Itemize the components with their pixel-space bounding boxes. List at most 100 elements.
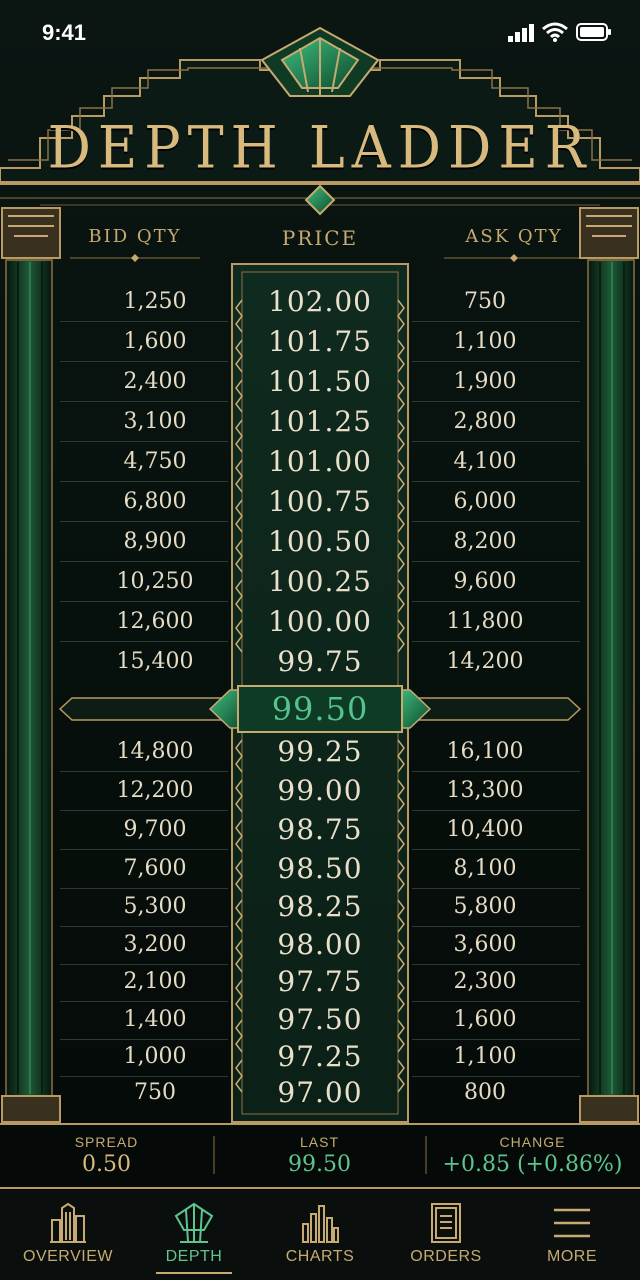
ladder-row[interactable]: 1,600 101.75 1,100 — [60, 322, 580, 362]
ask-qty: 1,100 — [453, 1044, 517, 1069]
bid-qty: 12,200 — [116, 778, 194, 803]
ladder-row[interactable]: 8,900 100.50 8,200 — [60, 522, 580, 562]
ladder-row[interactable]: 14,800 99.25 16,100 — [60, 732, 580, 772]
stat-spread-value: 0.50 — [82, 1152, 131, 1177]
price-level[interactable]: 101.75 — [250, 322, 390, 362]
price-level[interactable]: 98.50 — [250, 849, 390, 889]
ladder-row[interactable]: 1,000 97.25 1,100 — [60, 1037, 580, 1077]
tab-overview[interactable]: OVERVIEW — [4, 1190, 132, 1280]
ladder-row[interactable]: 3,100 101.25 2,800 — [60, 402, 580, 442]
ladder-row[interactable]: 10,250 100.25 9,600 — [60, 562, 580, 602]
bid-qty: 14,800 — [116, 739, 194, 764]
price-level[interactable]: 99.75 — [250, 642, 390, 682]
price-level[interactable]: 101.50 — [250, 362, 390, 402]
market-stats: SPREAD 0.50 LAST 99.50 CHANGE +0.85 (+0.… — [0, 1126, 640, 1190]
ladder-row[interactable]: 12,600 100.00 11,800 — [60, 602, 580, 642]
bid-qty: 1,400 — [123, 1007, 187, 1032]
price-level[interactable]: 97.25 — [250, 1037, 390, 1077]
mid-price-band[interactable]: 99.50 — [60, 686, 580, 732]
price-level[interactable]: 101.25 — [250, 402, 390, 442]
stat-last: LAST 99.50 — [213, 1126, 426, 1190]
bid-qty: 3,200 — [123, 932, 187, 957]
bottom-tab-bar: OVERVIEW DEPTH CHARTS ORDERS MORE — [0, 1190, 640, 1280]
price-level[interactable]: 97.75 — [250, 962, 390, 1002]
price-level[interactable]: 98.75 — [250, 810, 390, 850]
stat-spread-label: SPREAD — [74, 1134, 139, 1150]
bid-qty: 12,600 — [116, 609, 194, 634]
ask-qty: 10,400 — [446, 817, 524, 842]
ladder-row[interactable]: 7,600 98.50 8,100 — [60, 849, 580, 889]
ladder-row[interactable]: 1,250 102.00 750 — [60, 282, 580, 322]
bid-qty: 1,600 — [123, 329, 187, 354]
price-level[interactable]: 99.25 — [250, 732, 390, 772]
buildings-icon — [50, 1202, 86, 1243]
ladder-row[interactable]: 5,300 98.25 5,800 — [60, 887, 580, 927]
price-level[interactable]: 98.00 — [250, 925, 390, 965]
ask-qty: 1,600 — [453, 1007, 517, 1032]
tab-label: MORE — [547, 1248, 597, 1265]
bid-qty: 8,900 — [123, 529, 187, 554]
tab-depth[interactable]: DEPTH — [130, 1190, 258, 1280]
price-level[interactable]: 97.50 — [250, 1000, 390, 1040]
active-tab-indicator — [156, 1272, 232, 1274]
bid-qty: 15,400 — [116, 649, 194, 674]
tab-label: CHARTS — [285, 1248, 355, 1265]
ask-qty: 3,600 — [453, 932, 517, 957]
ask-qty: 5,800 — [453, 894, 517, 919]
ask-qty: 6,000 — [453, 489, 517, 514]
ladder-row[interactable]: 750 97.00 800 — [60, 1073, 580, 1113]
bid-qty: 4,750 — [123, 449, 187, 474]
tab-more[interactable]: MORE — [508, 1190, 636, 1280]
bid-qty: 6,800 — [123, 489, 187, 514]
bid-qty: 2,400 — [123, 369, 187, 394]
ladder-row[interactable]: 9,700 98.75 10,400 — [60, 810, 580, 850]
ask-qty: 16,100 — [446, 739, 524, 764]
price-level[interactable]: 100.50 — [250, 522, 390, 562]
ask-qty: 4,100 — [453, 449, 517, 474]
ask-qty: 8,200 — [453, 529, 517, 554]
bid-qty: 3,100 — [123, 409, 187, 434]
document-icon — [431, 1203, 461, 1243]
price-level[interactable]: 100.25 — [250, 562, 390, 602]
tab-label: OVERVIEW — [23, 1248, 113, 1265]
ask-qty: 1,900 — [453, 369, 517, 394]
ladder-row[interactable]: 2,100 97.75 2,300 — [60, 962, 580, 1002]
header: DEPTH LADDER — [0, 0, 640, 210]
ladder-row[interactable]: 15,400 99.75 14,200 — [60, 642, 580, 682]
column-header-ask: ASK QTY — [465, 226, 563, 247]
stat-spread: SPREAD 0.50 — [0, 1126, 213, 1190]
price-level[interactable]: 99.00 — [250, 771, 390, 811]
price-level[interactable]: 100.75 — [250, 482, 390, 522]
ladder-row[interactable]: 1,400 97.50 1,600 — [60, 1000, 580, 1040]
price-level[interactable]: 101.00 — [250, 442, 390, 482]
tab-label: DEPTH — [165, 1248, 223, 1265]
ask-qty: 9,600 — [453, 569, 517, 594]
tab-charts[interactable]: CHARTS — [256, 1190, 384, 1280]
ask-qty: 1,100 — [453, 329, 517, 354]
price-level[interactable]: 102.00 — [250, 282, 390, 322]
price-level[interactable]: 98.25 — [250, 887, 390, 927]
ask-qty: 14,200 — [446, 649, 524, 674]
depth-fan-icon — [174, 1202, 214, 1243]
page-title: DEPTH LADDER — [47, 113, 593, 182]
tab-orders[interactable]: ORDERS — [382, 1190, 510, 1280]
ladder-row[interactable]: 3,200 98.00 3,600 — [60, 925, 580, 965]
stat-last-label: LAST — [299, 1134, 339, 1150]
bid-qty: 5,300 — [123, 894, 187, 919]
ladder-row[interactable]: 6,800 100.75 6,000 — [60, 482, 580, 522]
ask-qty: 750 — [464, 289, 506, 314]
menu-icon — [554, 1208, 590, 1238]
bid-qty: 1,000 — [123, 1044, 187, 1069]
price-level[interactable]: 97.00 — [250, 1073, 390, 1113]
stat-change-label: CHANGE — [499, 1134, 566, 1150]
bid-qty: 750 — [134, 1080, 176, 1105]
mid-price: 99.50 — [271, 690, 369, 728]
bid-qty: 1,250 — [123, 289, 187, 314]
bar-chart-icon — [302, 1205, 339, 1243]
bid-qty: 7,600 — [123, 856, 187, 881]
ask-qty: 13,300 — [446, 778, 524, 803]
price-level[interactable]: 100.00 — [250, 602, 390, 642]
ladder-row[interactable]: 12,200 99.00 13,300 — [60, 771, 580, 811]
ladder-row[interactable]: 2,400 101.50 1,900 — [60, 362, 580, 402]
ladder-row[interactable]: 4,750 101.00 4,100 — [60, 442, 580, 482]
